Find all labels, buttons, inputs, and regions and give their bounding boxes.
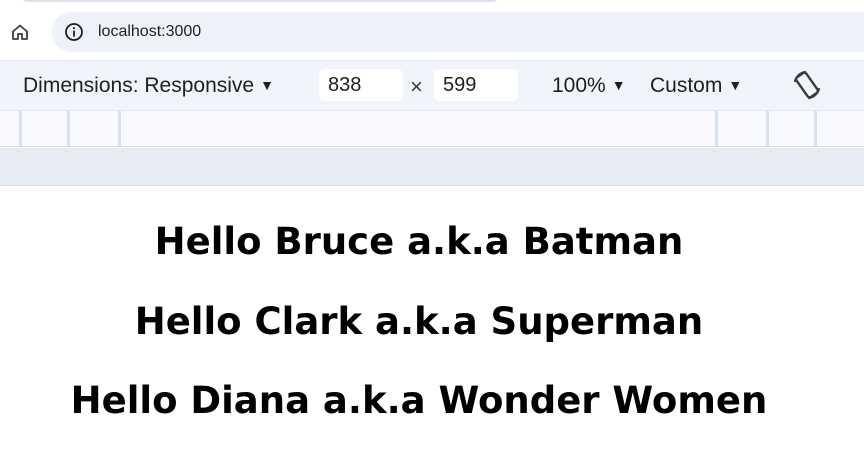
ruler-breakpoint[interactable]: [766, 111, 769, 146]
ruler-spacer: [0, 148, 864, 186]
dimensions-dropdown[interactable]: Dimensions: Responsive ▼: [23, 73, 274, 99]
info-icon: [65, 23, 83, 41]
ruler-breakpoint[interactable]: [118, 111, 121, 146]
media-query-ruler[interactable]: [0, 110, 864, 147]
site-info-button[interactable]: [64, 22, 84, 42]
ruler-breakpoint[interactable]: [814, 111, 817, 146]
throttle-dropdown[interactable]: Custom ▼: [650, 73, 742, 99]
home-icon: [12, 24, 28, 40]
caret-down-icon: ▼: [728, 77, 743, 93]
active-tab-edge: [20, 0, 500, 2]
dimensions-label: Dimensions: Responsive: [23, 74, 255, 97]
zoom-label: 100%: [552, 74, 606, 97]
url-text[interactable]: localhost:3000: [98, 21, 201, 43]
caret-down-icon: ▼: [611, 77, 626, 93]
times-separator: ×: [410, 74, 423, 99]
greeting-heading: Hello Bruce a.k.a Batman: [154, 220, 684, 263]
rotate-button[interactable]: [788, 66, 826, 104]
home-button[interactable]: [8, 20, 32, 44]
width-input[interactable]: [319, 69, 403, 101]
zoom-dropdown[interactable]: 100% ▼: [552, 73, 626, 99]
throttle-label: Custom: [650, 74, 723, 97]
rotate-icon: [793, 70, 821, 100]
greeting-heading: Hello Diana a.k.a Wonder Women: [70, 379, 768, 422]
height-input[interactable]: [434, 69, 518, 101]
ruler-breakpoint[interactable]: [19, 111, 22, 146]
ruler-breakpoint[interactable]: [67, 111, 70, 146]
ruler-breakpoint[interactable]: [715, 111, 718, 146]
caret-down-icon: ▼: [260, 77, 274, 93]
greeting-heading: Hello Clark a.k.a Superman: [134, 300, 704, 343]
page-viewport: Hello Bruce a.k.a Batman Hello Clark a.k…: [0, 186, 864, 464]
